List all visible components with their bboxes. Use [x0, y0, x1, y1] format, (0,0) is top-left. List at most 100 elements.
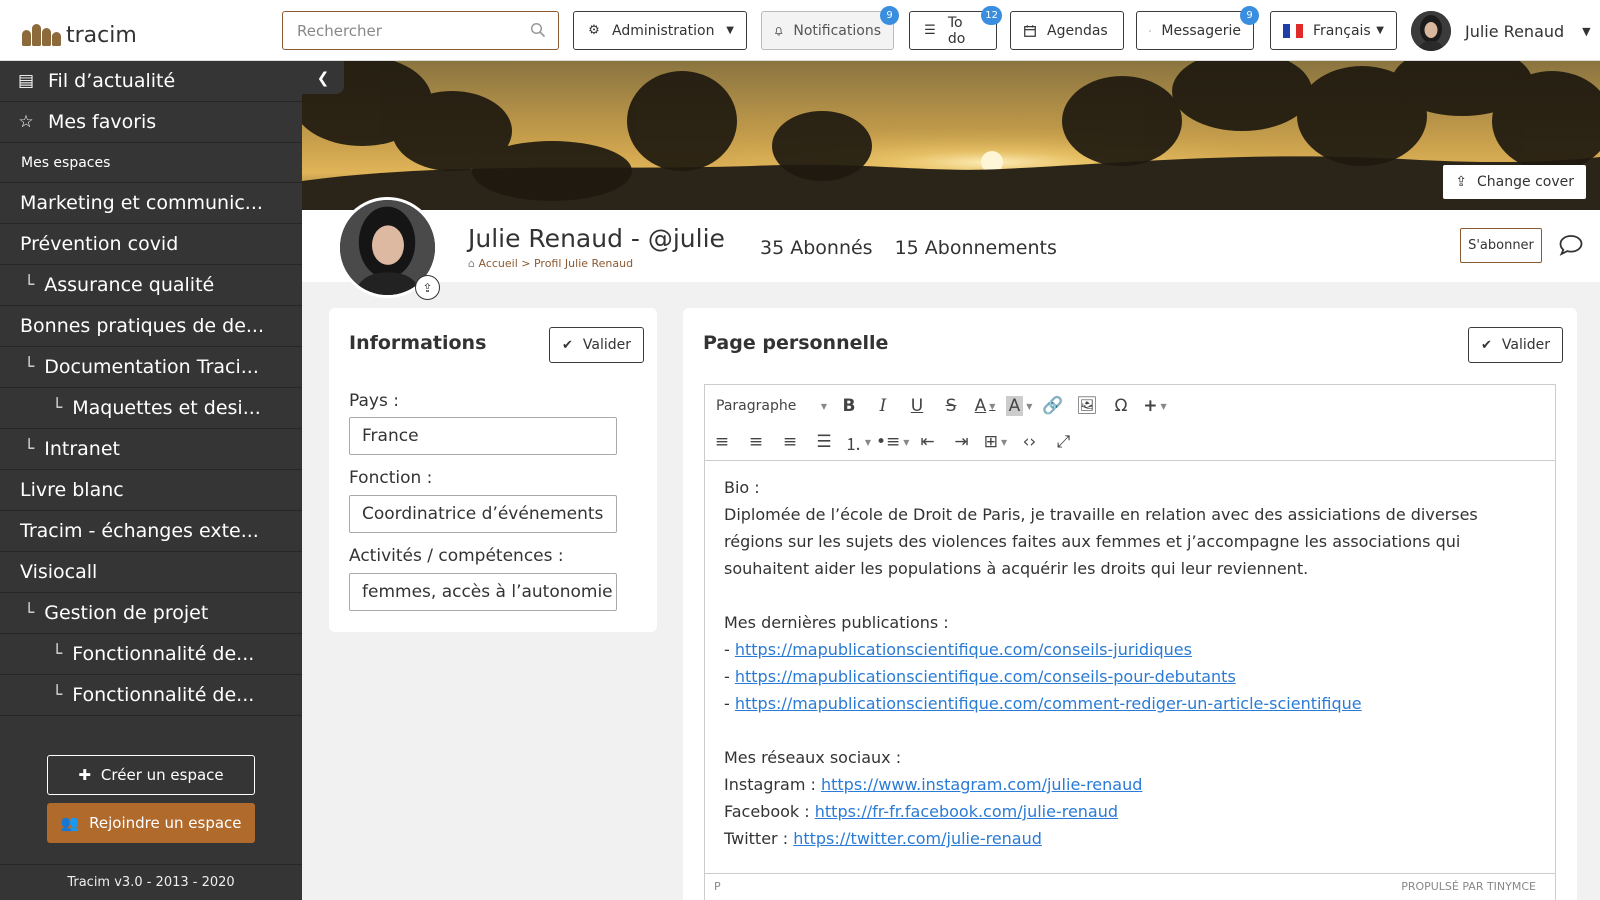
message-icon[interactable] [1558, 233, 1584, 257]
version-footer: Tracim v3.0 - 2013 - 2020 [0, 864, 302, 900]
space-item[interactable]: └ Fonctionnalité de... [0, 675, 302, 716]
change-cover-label: Change cover [1477, 174, 1574, 190]
collapse-sidebar-button[interactable]: ❮ [302, 61, 344, 94]
skills-label: Activités / compétences : [349, 546, 564, 566]
user-menu[interactable]: Julie Renaud ▼ [1411, 11, 1591, 51]
sidebar-item-favorites[interactable]: ☆ Mes favoris [0, 102, 302, 143]
space-item[interactable]: Livre blanc [0, 470, 302, 511]
plus-icon: ✚ [78, 766, 91, 784]
sidebar-item-feed[interactable]: ▤ Fil d’actualité [0, 61, 302, 102]
fullscreen-icon[interactable]: ⤢ [1047, 427, 1079, 457]
country-label: Pays : [349, 391, 399, 411]
align-right-icon[interactable]: ≡ [774, 427, 806, 457]
twitter-label: Twitter : [724, 829, 794, 848]
text-color-icon[interactable]: A ▼ [969, 391, 1001, 421]
validate-page-button[interactable]: ✔ Valider [1468, 327, 1564, 363]
italic-icon[interactable]: I [867, 391, 899, 421]
space-item[interactable]: └ Intranet [0, 429, 302, 470]
space-item[interactable]: Bonnes pratiques de de... [0, 306, 302, 347]
bold-icon[interactable]: B [833, 391, 865, 421]
profile-name: Julie Renaud - @julie [468, 224, 725, 253]
element-path[interactable]: P [714, 880, 721, 893]
bio-heading: Bio : [724, 478, 760, 497]
sunset-landscape-image [302, 61, 1600, 210]
search-box[interactable] [282, 11, 559, 50]
language-dropdown[interactable]: Français ▼ [1270, 11, 1397, 50]
agendas-button[interactable]: Agendas [1010, 11, 1124, 50]
table-icon[interactable]: ⊞ ▼ [979, 427, 1011, 457]
space-item[interactable]: └ Assurance qualité [0, 265, 302, 306]
space-item[interactable]: └ Maquettes et desi... [0, 388, 302, 429]
space-item[interactable]: └ Gestion de projet [0, 593, 302, 634]
change-cover-button[interactable]: ⇪ Change cover [1443, 165, 1586, 199]
special-character-icon[interactable]: Ω [1105, 391, 1137, 421]
space-label: Fonctionnalité de... [72, 643, 255, 665]
messagerie-button[interactable]: Messagerie 9 [1136, 6, 1259, 50]
space-label: Tracim - échanges exte... [20, 520, 259, 542]
space-item[interactable]: Visiocall [0, 552, 302, 593]
publication-item: - https://mapublicationscientifique.com/… [724, 636, 1536, 663]
indent-icon[interactable]: ⇥ [945, 427, 977, 457]
image-icon[interactable]: 🖼 [1071, 391, 1103, 421]
tree-branch-icon: └ [52, 644, 63, 664]
publication-link[interactable]: https://mapublicationscientifique.com/co… [735, 694, 1362, 713]
bullet-list-icon[interactable]: •≡ ▼ [876, 427, 909, 457]
space-item[interactable]: └ Fonctionnalité de... [0, 634, 302, 675]
space-item[interactable]: Tracim - échanges exte... [0, 511, 302, 552]
search-icon[interactable] [530, 22, 546, 38]
agendas-label: Agendas [1047, 22, 1108, 39]
social-heading: Mes réseaux sociaux : [724, 748, 902, 767]
twitter-link[interactable]: https://twitter.com/julie-renaud [793, 829, 1042, 848]
upload-avatar-icon[interactable]: ⇪ [415, 275, 440, 300]
notifications-button[interactable]: Notifications 9 [761, 6, 899, 50]
validate-info-button[interactable]: ✔ Valider [549, 327, 645, 363]
link-icon[interactable]: 🔗 [1037, 391, 1069, 421]
following-count[interactable]: 15 Abonnements [895, 237, 1057, 259]
logo-icon [18, 18, 68, 48]
todo-button[interactable]: ☰ To do 12 [909, 6, 1002, 50]
editor-content[interactable]: Bio : Diplomée de l’école de Droit de Pa… [705, 462, 1555, 862]
strikethrough-icon[interactable]: S [935, 391, 967, 421]
align-center-icon[interactable]: ≡ [740, 427, 772, 457]
join-space-button[interactable]: 👥 Rejoindre un espace [47, 803, 255, 843]
tree-branch-icon: └ [52, 685, 63, 705]
administration-label: Administration [612, 22, 715, 39]
breadcrumb-current[interactable]: Profil Julie Renaud [534, 257, 633, 270]
background-color-icon[interactable]: A ▼ [1003, 391, 1035, 421]
skills-field[interactable]: femmes, accès à l’autonomie [349, 573, 617, 611]
paragraph-format-dropdown[interactable]: Paragraphe ▼ [706, 391, 831, 421]
todo-count-badge: 12 [981, 6, 1002, 25]
check-icon: ✔ [562, 337, 573, 353]
personal-page-card: Page personnelle ✔ Valider Paragraphe ▼ B… [683, 308, 1577, 900]
space-item[interactable]: └ Documentation Traci... [0, 347, 302, 388]
create-space-button[interactable]: ✚ Créer un espace [47, 755, 255, 795]
tracim-logo[interactable]: tracim [18, 14, 137, 48]
outdent-icon[interactable]: ⇤ [911, 427, 943, 457]
subscribe-button[interactable]: S'abonner [1460, 228, 1542, 263]
chevron-down-icon: ▼ [1376, 25, 1384, 36]
publication-link[interactable]: https://mapublicationscientifique.com/co… [735, 667, 1236, 686]
code-icon[interactable]: ‹› [1013, 427, 1045, 457]
numbered-list-icon[interactable]: ⒈ ▼ [842, 427, 874, 457]
messagerie-count-badge: 9 [1240, 6, 1259, 25]
user-avatar[interactable] [1411, 11, 1451, 51]
space-item[interactable]: Marketing et communic... [0, 183, 302, 224]
function-field[interactable]: Coordinatrice d’événements [349, 495, 617, 533]
underline-icon[interactable]: U [901, 391, 933, 421]
publication-link[interactable]: https://mapublicationscientifique.com/co… [735, 640, 1192, 659]
insert-plus-icon[interactable]: + ▼ [1139, 391, 1171, 421]
facebook-link[interactable]: https://fr-fr.facebook.com/julie-renaud [815, 802, 1118, 821]
country-field[interactable]: France [349, 417, 617, 455]
todo-label: To do [947, 14, 966, 47]
powered-by-tinymce[interactable]: PROPULSÉ PAR TINYMCE [1401, 880, 1536, 893]
administration-dropdown[interactable]: ⚙ Administration ▼ [573, 11, 747, 50]
breadcrumb-home[interactable]: Accueil [478, 257, 517, 270]
instagram-link[interactable]: https://www.instagram.com/julie-renaud [821, 775, 1142, 794]
search-input[interactable] [283, 12, 513, 49]
followers-count[interactable]: 35 Abonnés [760, 237, 873, 259]
align-left-icon[interactable]: ≡ [706, 427, 738, 457]
subscribe-label: S'abonner [1468, 238, 1534, 253]
align-justify-icon[interactable]: ☰ [808, 427, 840, 457]
star-icon: ☆ [18, 112, 34, 132]
space-item[interactable]: Prévention covid [0, 224, 302, 265]
